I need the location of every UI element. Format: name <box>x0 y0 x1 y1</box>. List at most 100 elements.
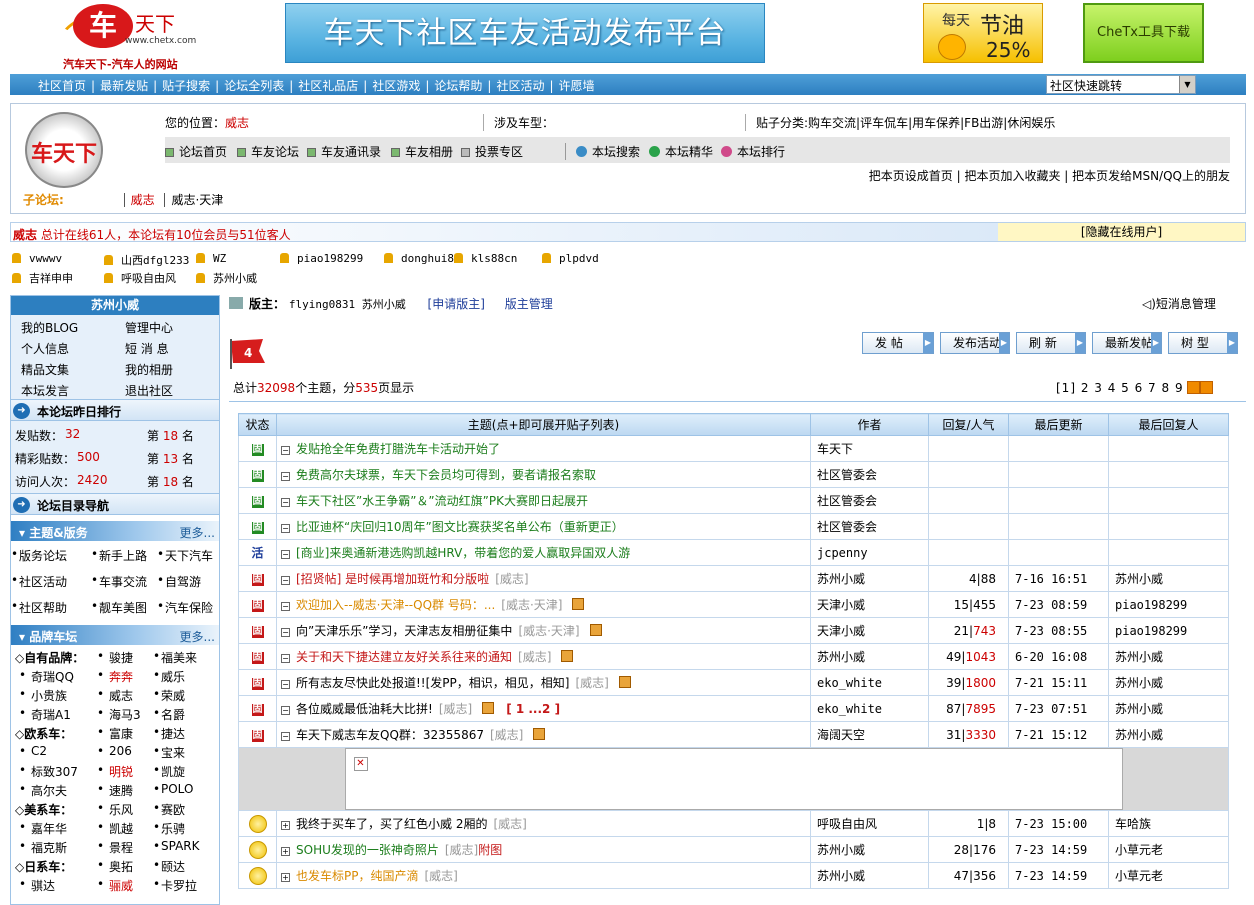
sidebar-link[interactable]: 我的相册 <box>125 361 173 378</box>
column-header[interactable]: 回复/人气 <box>928 413 1009 436</box>
expand-icon[interactable]: + <box>281 847 290 856</box>
moderator-names[interactable]: flying0831 苏州小威 <box>289 298 406 311</box>
author[interactable]: eko_white <box>810 695 929 722</box>
topic-title[interactable]: 车天下威志车友QQ群：32355867 <box>296 728 484 742</box>
brand-link[interactable]: 小贵族 <box>31 687 67 704</box>
topnav-item[interactable]: 论坛全列表 <box>224 79 284 93</box>
last-replier[interactable] <box>1108 435 1229 462</box>
brand-link[interactable]: SPARK <box>161 839 200 853</box>
brand-link[interactable]: 凯越 <box>109 820 133 837</box>
online-user[interactable]: piao198299 <box>280 252 363 265</box>
brand-link[interactable]: 威志 <box>109 687 133 704</box>
expand-icon[interactable]: − <box>281 472 290 481</box>
author[interactable]: eko_white <box>810 669 929 696</box>
nav-forum[interactable]: 车友论坛 <box>237 143 299 160</box>
topnav-item[interactable]: 社区首页 <box>38 79 86 93</box>
online-user[interactable]: 呼吸自由风 <box>104 270 176 286</box>
latest-posts-button[interactable]: 最新发帖 ▶ <box>1092 332 1162 354</box>
nav-album[interactable]: 车友相册 <box>391 143 453 160</box>
last-page-icon[interactable] <box>1200 381 1214 394</box>
next-page-icon[interactable] <box>1187 381 1201 394</box>
online-user[interactable]: vwwwv <box>12 252 62 265</box>
author[interactable]: 车天下 <box>810 435 929 462</box>
brand-link[interactable]: 福克斯 <box>31 839 67 856</box>
column-header[interactable]: 主题(点+即可展开贴子列表) <box>276 413 811 436</box>
online-user[interactable]: kls88cn <box>454 252 517 265</box>
nav-ranking[interactable]: 本坛排行 <box>721 143 785 160</box>
expand-icon[interactable]: − <box>281 654 290 663</box>
section-theme[interactable]: ▾ 主题&版务 更多... <box>11 521 219 541</box>
brand-link[interactable]: 骊威 <box>109 877 133 894</box>
nav-search[interactable]: 本坛搜索 <box>565 143 640 160</box>
author[interactable]: 苏州小威 <box>810 862 929 889</box>
author[interactable]: 苏州小威 <box>810 565 929 592</box>
topic-row[interactable]: 固 − 向”天津乐乐”学习，天津志友相册征集中 [威志·天津] 天津小威 21|743 7-… <box>238 617 1229 644</box>
brand-link[interactable]: 206 <box>109 744 132 758</box>
forum-nav-link[interactable]: 自驾游 <box>165 573 201 590</box>
online-user[interactable]: 山西dfgl233 <box>104 252 189 268</box>
page-action-links[interactable]: 把本页设成首页 | 把本页加入收藏夹 | 把本页发给MSN/QQ上的朋友 <box>869 167 1230 184</box>
last-replier[interactable] <box>1108 539 1229 566</box>
last-replier[interactable]: 小草元老 <box>1108 862 1229 889</box>
publish-activity-button[interactable]: 发布活动 ▶ <box>940 332 1010 354</box>
online-user[interactable]: 苏州小威 <box>196 270 257 286</box>
column-header[interactable]: 状态 <box>238 413 277 436</box>
brand-link[interactable]: 明锐 <box>109 763 133 780</box>
brand-link[interactable]: 海马3 <box>109 706 141 723</box>
author[interactable]: 海阔天空 <box>810 721 929 748</box>
brand-link[interactable]: 捷达 <box>161 725 185 742</box>
sidebar-link[interactable]: 短 消 息 <box>125 340 169 357</box>
last-replier[interactable]: 苏州小威 <box>1108 565 1229 592</box>
brand-link[interactable]: 颐达 <box>161 858 185 875</box>
last-replier[interactable]: 苏州小威 <box>1108 643 1229 670</box>
sidebar-link[interactable]: 本坛发言 <box>21 382 69 399</box>
topnav-item[interactable]: 贴子搜索 <box>162 79 210 93</box>
topnav-item[interactable]: 社区游戏 <box>372 79 420 93</box>
topic-row[interactable]: 固 − 比亚迪杯“庆回归10周年”图文比赛获奖名单公布（重新更正） 社区管委会 <box>238 513 1229 540</box>
brand-link[interactable]: 奇瑞QQ <box>31 668 74 685</box>
brand-link[interactable]: 赛欧 <box>161 801 185 818</box>
topic-title[interactable]: [招贤帖] 是时候再增加斑竹和分版啦 <box>296 572 489 586</box>
brand-link[interactable]: 乐风 <box>109 801 133 818</box>
expand-icon[interactable]: + <box>281 873 290 882</box>
author[interactable]: jcpenny <box>810 539 929 566</box>
last-replier[interactable]: 车哈族 <box>1108 810 1229 837</box>
apply-moderator-link[interactable]: [申请版主] <box>428 297 485 311</box>
topic-title[interactable]: 发贴抢全年免费打腊洗车卡活动开始了 <box>296 442 500 456</box>
author[interactable]: 苏州小威 <box>810 836 929 863</box>
topic-title[interactable]: 各位威威最低油耗大比拼! <box>296 702 433 716</box>
topic-row[interactable]: 固 − [招贤帖] 是时候再增加斑竹和分版啦 [威志] 苏州小威 4|88 7-16 16:… <box>238 565 1229 592</box>
brand-link[interactable]: 奔奔 <box>109 668 133 685</box>
category-links[interactable]: 购车交流|评车侃车|用车保养|FB出游|休闲娱乐 <box>808 116 1055 130</box>
last-replier[interactable] <box>1108 513 1229 540</box>
online-user[interactable]: 吉祥申申 <box>12 270 73 286</box>
brand-link[interactable]: 卡罗拉 <box>161 877 197 894</box>
author[interactable]: 社区管委会 <box>810 513 929 540</box>
brand-link[interactable]: 嘉年华 <box>31 820 67 837</box>
last-replier[interactable]: piao198299 <box>1108 591 1229 618</box>
brand-link[interactable]: 标致307 <box>31 763 78 780</box>
post-button[interactable]: 发 帖 ▶ <box>862 332 934 354</box>
last-replier[interactable] <box>1108 461 1229 488</box>
topnav-item[interactable]: 社区活动 <box>496 79 544 93</box>
topic-title[interactable]: [商业]来奥通新港选购凯越HRV，带着您的爱人赢取异国双人游 <box>296 546 630 560</box>
topic-title[interactable]: 关于和天下捷达建立友好关系往来的通知 <box>296 650 512 664</box>
topic-row[interactable]: 固 − 各位威威最低油耗大比拼! [威志] [ 1 ...2 ] eko_white 87|… <box>238 695 1229 722</box>
pagination[interactable]: [1] 2 3 4 5 6 7 8 9 <box>1056 381 1214 395</box>
brand-link[interactable]: 宝来 <box>161 744 185 761</box>
topic-row[interactable]: + 也发车标PP，纯国产滴 [威志] 苏州小威 47|356 7-23 14:59 小草元老 <box>238 862 1229 889</box>
page-links[interactable]: [ 1 ...2 ] <box>506 702 560 716</box>
author[interactable]: 天津小威 <box>810 591 929 618</box>
brand-link[interactable]: 富康 <box>109 725 133 742</box>
sms-manage-link[interactable]: ◁)短消息管理 <box>1142 295 1216 312</box>
topic-title[interactable]: 我终于买车了，买了红色小威 2厢的 <box>296 817 487 831</box>
topic-title[interactable]: SOHU发现的一张神奇照片 <box>296 843 439 857</box>
brand-link[interactable]: C2 <box>31 744 47 758</box>
tool-download-ad[interactable]: CheTx工具下载 <box>1083 3 1204 63</box>
location-link[interactable]: 威志 <box>225 116 249 130</box>
forum-nav-link[interactable]: 社区活动 <box>19 573 67 590</box>
top-banner[interactable]: 车天下社区车友活动发布平台 <box>285 3 765 63</box>
brand-link[interactable]: 奥拓 <box>109 858 133 875</box>
sidebar-link[interactable]: 精品文集 <box>21 361 69 378</box>
topnav-item[interactable]: 社区礼品店 <box>298 79 358 93</box>
